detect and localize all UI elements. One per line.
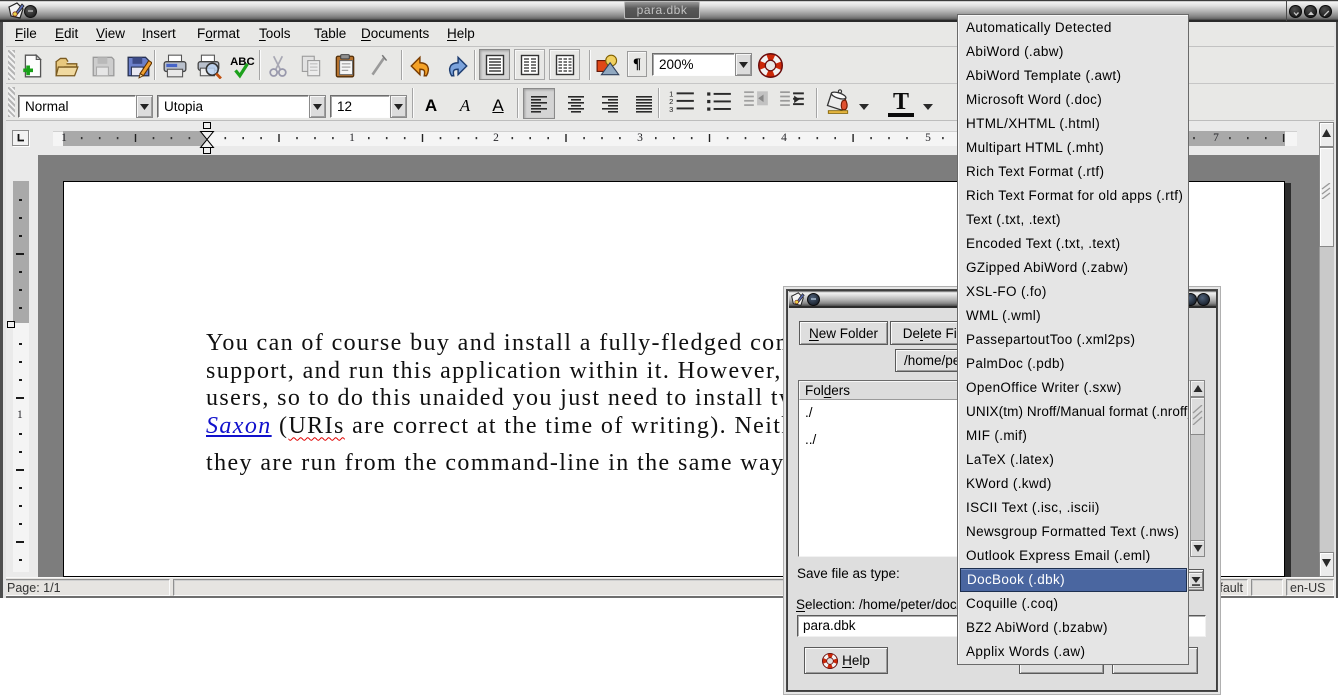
svg-text:ABC: ABC <box>230 56 255 68</box>
svg-text:3: 3 <box>669 105 673 114</box>
